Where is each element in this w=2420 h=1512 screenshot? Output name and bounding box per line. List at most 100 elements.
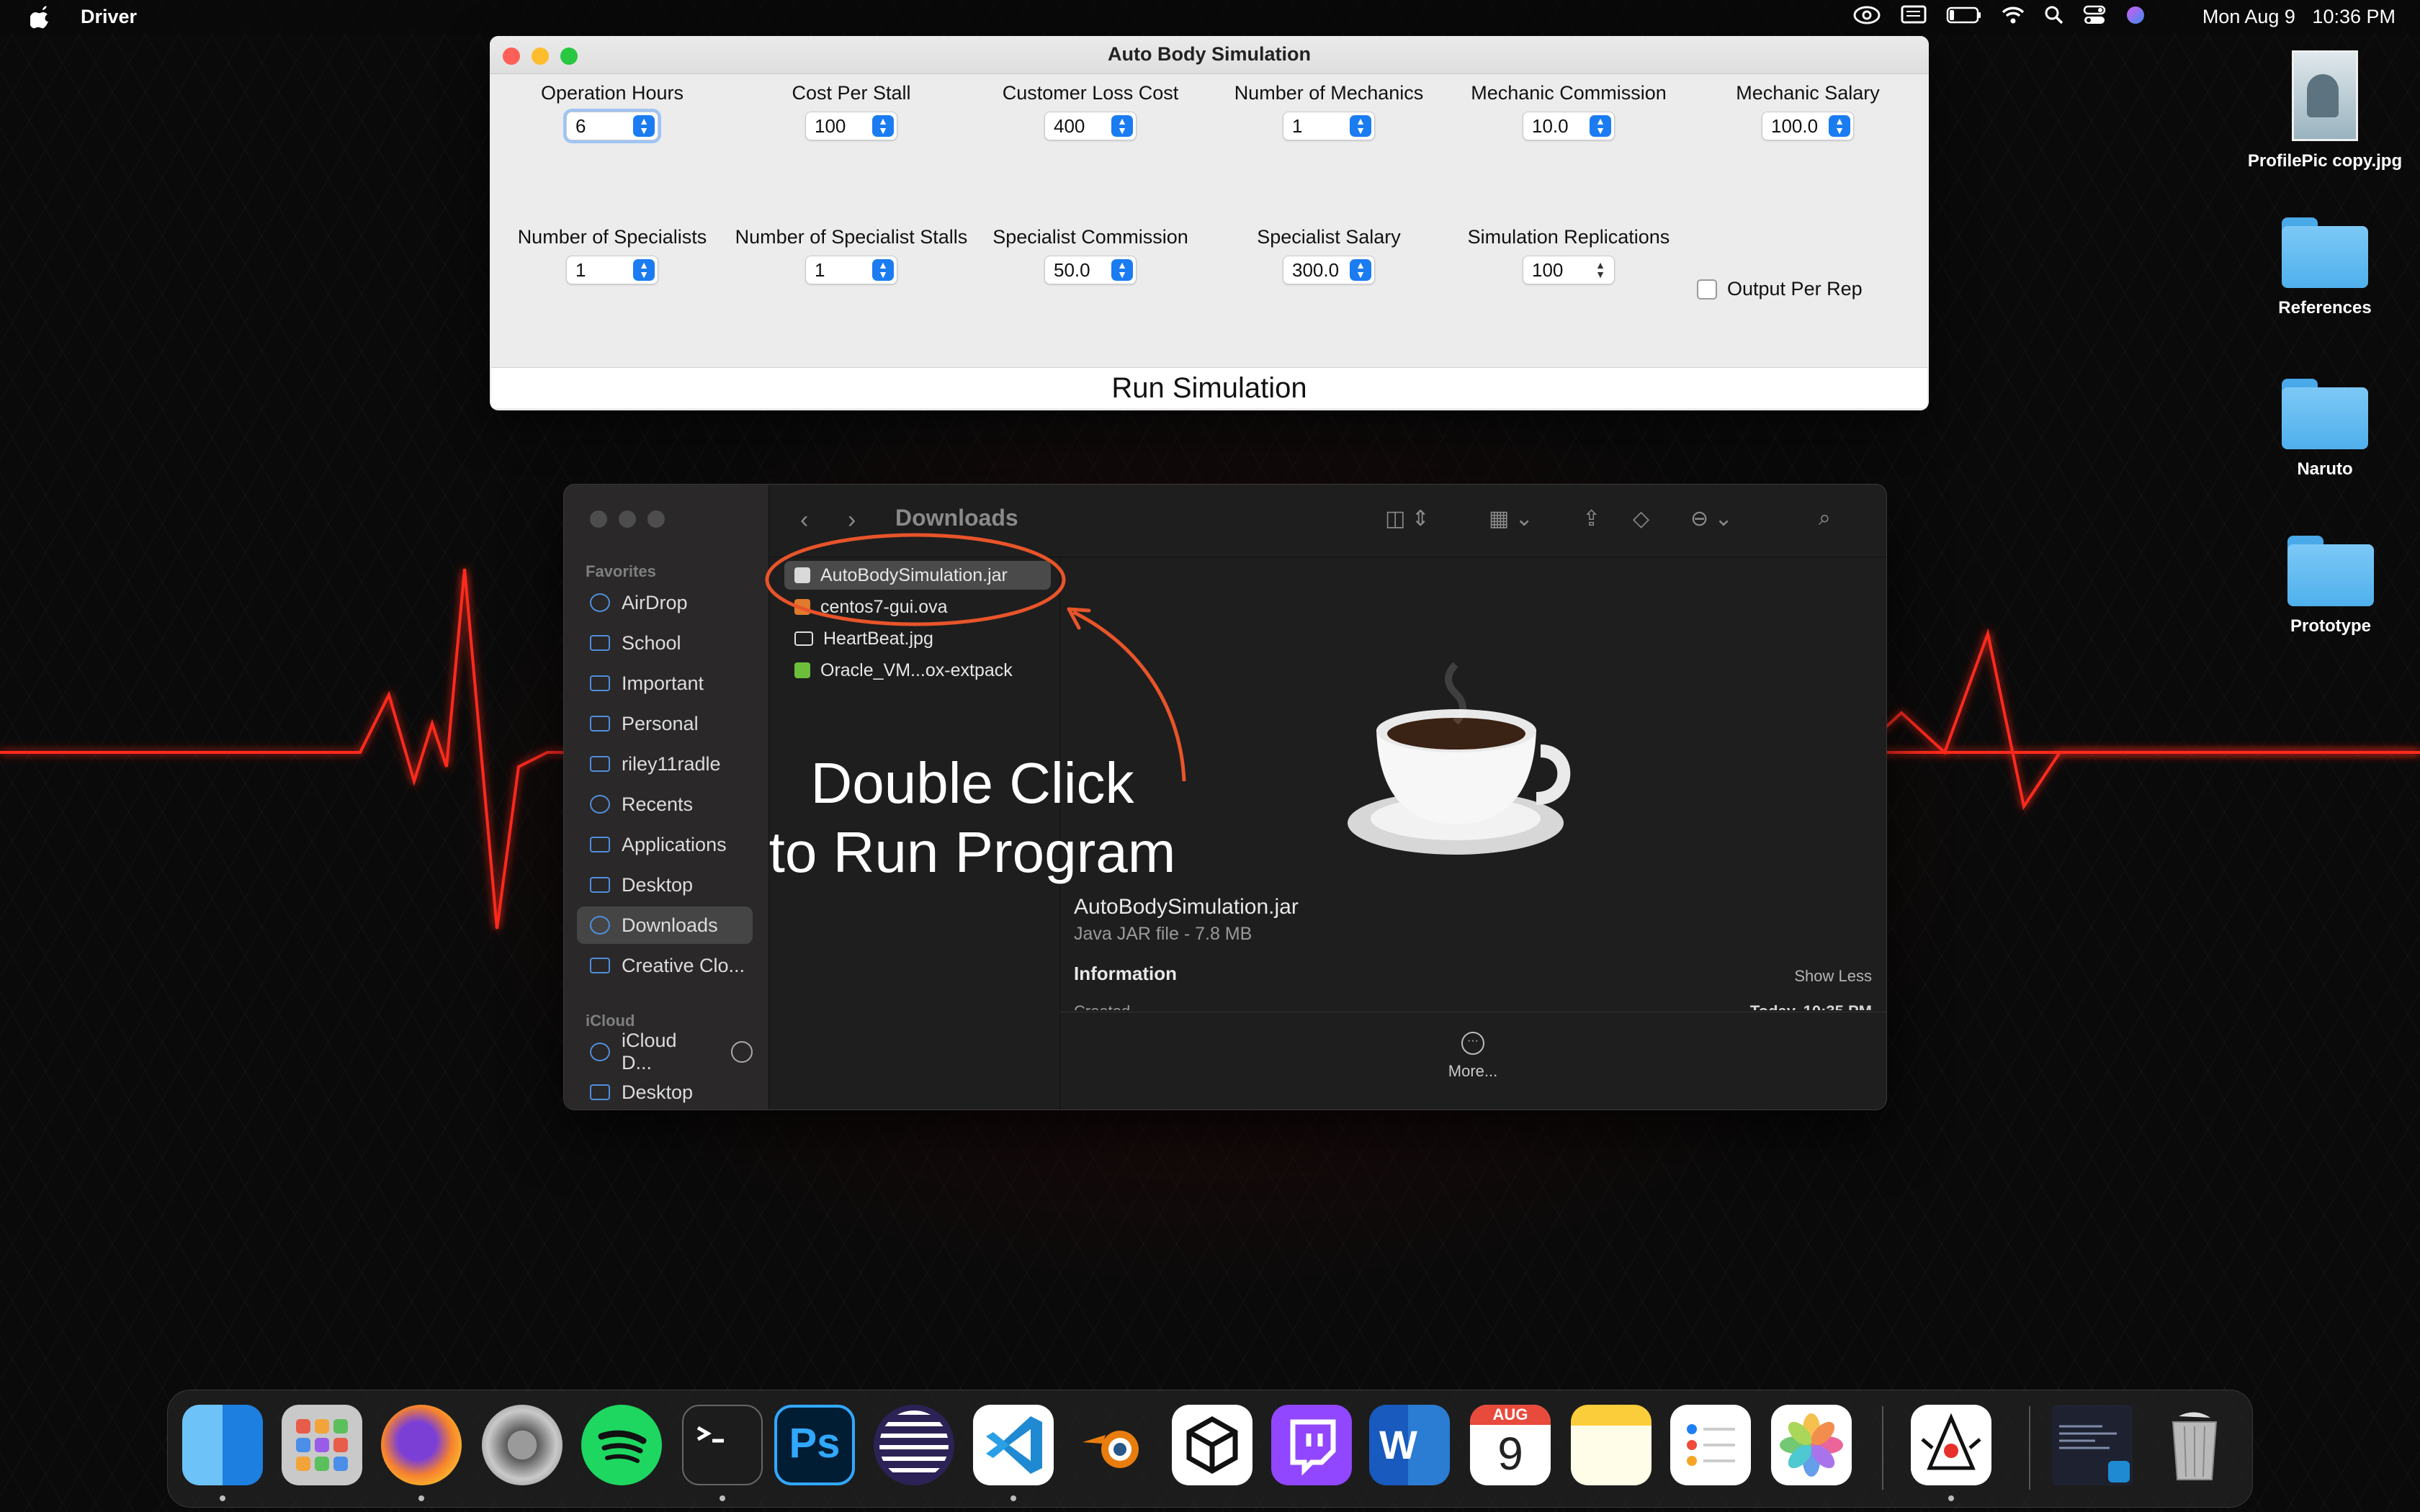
stepper-arrows-icon[interactable]: ▲ ▼ xyxy=(633,115,655,137)
photos-icon[interactable] xyxy=(1771,1405,1852,1485)
twitch-icon[interactable] xyxy=(1271,1405,1352,1485)
window-preview-icon[interactable] xyxy=(2052,1405,2133,1485)
stepper-arrows-icon[interactable]: ▲ ▼ xyxy=(1590,115,1611,137)
zoom-icon[interactable] xyxy=(647,510,665,528)
desktop-item-references[interactable]: References xyxy=(2231,217,2419,318)
launchpad-icon[interactable] xyxy=(282,1405,362,1485)
trash-icon[interactable] xyxy=(2154,1405,2235,1485)
more-button[interactable]: ··· More... xyxy=(1059,1032,1886,1081)
stepper-arrows-icon[interactable]: ▲ ▼ xyxy=(872,259,894,281)
spinner-value[interactable]: 100 xyxy=(1532,259,1590,282)
spinner-value[interactable]: 1 xyxy=(1292,115,1350,138)
sidebar-item-personal[interactable]: Personal xyxy=(577,705,753,742)
word-icon[interactable]: W xyxy=(1369,1405,1450,1485)
checkbox-box[interactable] xyxy=(1697,279,1717,300)
sidebar-item-school[interactable]: School xyxy=(577,624,753,662)
battery-icon[interactable] xyxy=(1946,6,1982,30)
sidebar-item-icloud-drive[interactable]: iCloud D... xyxy=(577,1030,753,1074)
stepper-arrows-icon[interactable]: ▲ ▼ xyxy=(1111,259,1133,281)
siri-icon[interactable] xyxy=(2125,4,2146,31)
file-row-autobodysimulation[interactable]: AutoBodySimulation.jar xyxy=(784,561,1051,590)
stepper-arrows-icon[interactable]: ▲ ▼ xyxy=(1111,115,1133,137)
cost-per-stall-spinner[interactable]: 100 ▲ ▼ xyxy=(805,112,897,140)
desktop-item-naruto[interactable]: Naruto xyxy=(2231,379,2419,480)
spinner-value[interactable]: 10.0 xyxy=(1532,115,1590,138)
spinner-value[interactable]: 50.0 xyxy=(1054,259,1111,282)
customer-loss-cost-spinner[interactable]: 400 ▲ ▼ xyxy=(1044,112,1137,140)
desktop-item-profilepic[interactable]: ProfilePic copy.jpg xyxy=(2231,50,2419,171)
reminders-icon[interactable] xyxy=(1670,1405,1751,1485)
share-icon[interactable]: ⇪ xyxy=(1582,506,1600,531)
mechanic-commission-spinner[interactable]: 10.0 ▲ ▼ xyxy=(1523,112,1615,140)
back-icon[interactable]: ‹ xyxy=(800,506,808,534)
show-less-button[interactable]: Show Less xyxy=(1794,967,1872,986)
eclipse-icon[interactable] xyxy=(874,1405,954,1485)
number-of-mechanics-spinner[interactable]: 1 ▲ ▼ xyxy=(1283,112,1375,140)
more-actions-icon[interactable]: ⊖ ⌄ xyxy=(1690,506,1733,531)
spinner-value[interactable]: 100 xyxy=(815,115,872,138)
desktop-item-prototype[interactable]: Prototype xyxy=(2237,536,2420,636)
menu-bar-clock[interactable]: Mon Aug 9 10:36 PM xyxy=(2202,6,2396,28)
group-icon[interactable]: ▦ ⌄ xyxy=(1489,506,1533,531)
tag-icon[interactable]: ◇ xyxy=(1633,506,1649,531)
operation-hours-spinner[interactable]: 6 ▲ ▼ xyxy=(566,112,658,140)
close-icon[interactable] xyxy=(590,510,607,528)
column-view-icon[interactable]: ◫ ⇕ xyxy=(1385,506,1430,531)
spinner-value[interactable]: 100.0 xyxy=(1771,115,1829,138)
java-duke-icon[interactable] xyxy=(1911,1405,1991,1485)
run-simulation-button[interactable]: Run Simulation xyxy=(491,367,1927,408)
number-of-specialist-stalls-spinner[interactable]: 1 ▲ ▼ xyxy=(805,256,897,284)
firefox-icon[interactable] xyxy=(381,1405,462,1485)
specialist-commission-spinner[interactable]: 50.0 ▲ ▼ xyxy=(1044,256,1137,284)
blender-icon[interactable] xyxy=(1072,1405,1153,1485)
visual-studio-code-icon[interactable] xyxy=(973,1405,1054,1485)
stepper-arrows-icon[interactable]: ▲ ▼ xyxy=(1350,259,1371,281)
display-icon[interactable] xyxy=(1900,4,1927,31)
sidebar-item-important[interactable]: Important xyxy=(577,665,753,702)
forward-icon[interactable]: › xyxy=(848,506,856,534)
spinner-value[interactable]: 400 xyxy=(1054,115,1111,138)
control-center-icon[interactable] xyxy=(2083,4,2106,31)
sidebar-item-icloud-desktop[interactable]: Desktop xyxy=(577,1074,753,1110)
creative-cloud-icon[interactable] xyxy=(1852,4,1881,31)
spinner-value[interactable]: 300.0 xyxy=(1292,259,1350,282)
search-icon[interactable]: ⌕ xyxy=(1819,506,1831,531)
sidebar-item-desktop[interactable]: Desktop xyxy=(577,866,753,904)
mechanic-salary-spinner[interactable]: 100.0 ▲ ▼ xyxy=(1762,112,1854,140)
sidebar-item-home[interactable]: riley11radle xyxy=(577,745,753,783)
spinner-value[interactable]: 6 xyxy=(575,115,633,138)
system-preferences-icon[interactable] xyxy=(482,1405,563,1485)
spotify-icon[interactable] xyxy=(581,1405,662,1485)
stepper-arrows-icon[interactable]: ▲ ▼ xyxy=(633,259,655,281)
file-row-oracle-extpack[interactable]: Oracle_VM...ox-extpack xyxy=(784,656,1051,685)
stepper-arrows-icon[interactable]: ▲ ▼ xyxy=(1590,259,1611,281)
calendar-icon[interactable]: AUG 9 xyxy=(1470,1405,1551,1485)
minimize-icon[interactable] xyxy=(619,510,636,528)
sidebar-item-applications[interactable]: Applications xyxy=(577,826,753,863)
photoshop-icon[interactable]: Ps xyxy=(774,1405,855,1485)
spinner-value[interactable]: 1 xyxy=(815,259,872,282)
number-of-specialists-spinner[interactable]: 1 ▲ ▼ xyxy=(566,256,658,284)
finder-icon[interactable] xyxy=(182,1405,263,1485)
stepper-arrows-icon[interactable]: ▲ ▼ xyxy=(1829,115,1850,137)
sidebar-item-recents[interactable]: Recents xyxy=(577,786,753,823)
stepper-arrows-icon[interactable]: ▲ ▼ xyxy=(1350,115,1371,137)
specialist-salary-spinner[interactable]: 300.0 ▲ ▼ xyxy=(1283,256,1375,284)
stepper-arrows-icon[interactable]: ▲ ▼ xyxy=(872,115,894,137)
window-titlebar[interactable]: Auto Body Simulation xyxy=(490,36,1929,74)
simulation-replications-spinner[interactable]: 100 ▲ ▼ xyxy=(1523,256,1615,284)
wifi-icon[interactable] xyxy=(2001,5,2025,30)
spotlight-icon[interactable] xyxy=(2044,5,2064,30)
notes-icon[interactable] xyxy=(1571,1405,1652,1485)
sidebar-item-airdrop[interactable]: AirDrop xyxy=(577,584,753,621)
output-per-rep-checkbox[interactable]: Output Per Rep xyxy=(1697,278,1863,300)
sidebar-item-downloads[interactable]: Downloads xyxy=(577,906,753,944)
apple-icon[interactable] xyxy=(30,4,52,29)
active-app-name[interactable]: Driver xyxy=(81,6,137,28)
terminal-icon[interactable] xyxy=(682,1405,763,1485)
file-row-centos7[interactable]: centos7-gui.ova xyxy=(784,593,1051,621)
file-row-heartbeat[interactable]: HeartBeat.jpg xyxy=(784,624,1051,653)
sidebar-item-creative-cloud[interactable]: Creative Clo... xyxy=(577,947,753,984)
unity-icon[interactable] xyxy=(1172,1405,1252,1485)
spinner-value[interactable]: 1 xyxy=(575,259,633,282)
